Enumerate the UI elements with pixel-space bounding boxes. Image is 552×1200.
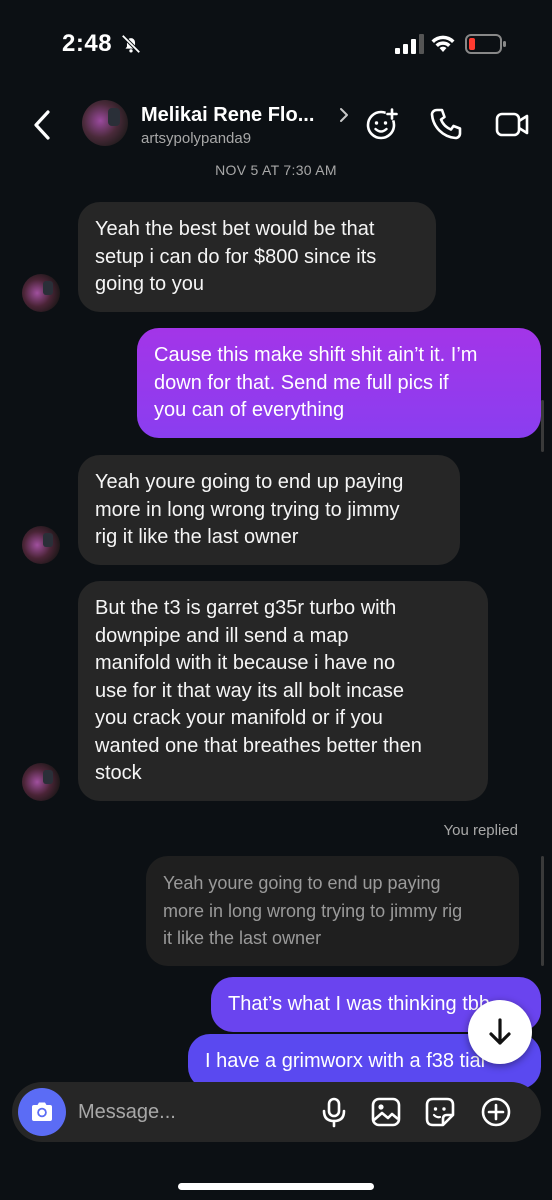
chevron-right-icon[interactable] <box>338 106 350 124</box>
message-line: manifold with it because i have no <box>95 652 396 674</box>
contact-handle[interactable]: artsypolypanda9 <box>141 130 251 147</box>
sender-avatar[interactable] <box>22 526 60 564</box>
message-line: Yeah youre going to end up paying <box>95 471 404 493</box>
sender-avatar[interactable] <box>22 274 60 312</box>
status-bar: 2:48 <box>0 0 552 90</box>
message-line: you crack your manifold or if you <box>95 707 383 729</box>
phone-icon[interactable] <box>428 106 464 142</box>
camera-button[interactable] <box>18 1088 66 1136</box>
home-indicator <box>178 1183 374 1190</box>
replied-label: You replied <box>443 822 518 839</box>
date-stamp: NOV 5 AT 7:30 AM <box>215 162 337 178</box>
message-line: more in long wrong trying to jimmy rig <box>163 900 463 921</box>
message-line: But the t3 is garret g35r turbo with <box>95 597 397 619</box>
message-bubble-outgoing[interactable]: Cause this make shift shit ain’t it. I’m… <box>137 328 541 438</box>
message-line: Yeah the best bet would be that <box>95 218 375 240</box>
signal-icon <box>395 34 424 54</box>
scroll-to-bottom-button[interactable] <box>468 1000 532 1064</box>
status-time: 2:48 <box>62 30 113 57</box>
message-line: downpipe and ill send a map <box>95 624 349 647</box>
battery-low-icon <box>465 34 506 54</box>
message-bubble-incoming[interactable]: But the t3 is garret g35r turbo with dow… <box>78 581 488 801</box>
contact-name[interactable]: Melikai Rene Flo... <box>141 104 314 127</box>
message-line: Cause this make shift shit ain’t it. I’m <box>154 344 478 366</box>
message-line: stock <box>95 762 142 784</box>
message-line: wanted one that breathes better then <box>95 734 422 757</box>
message-input[interactable] <box>78 1096 308 1128</box>
message-bubble-incoming[interactable]: Yeah youre going to end up paying more i… <box>78 455 460 565</box>
camera-icon <box>32 1102 52 1121</box>
message-line: down for that. Send me full pics if <box>154 371 449 394</box>
scrollbar[interactable] <box>541 400 544 452</box>
wifi-icon <box>431 35 455 52</box>
contact-avatar[interactable] <box>82 100 128 146</box>
sticker-add-icon[interactable] <box>364 106 400 142</box>
message-line: setup i can do for $800 since its <box>95 245 377 268</box>
message-line: more in long wrong trying to jimmy <box>95 498 400 521</box>
gallery-icon[interactable] <box>370 1096 402 1128</box>
reply-quote-bar <box>541 856 544 966</box>
message-bubble-incoming[interactable]: Yeah the best bet would be that setup i … <box>78 202 436 312</box>
plus-circle-icon[interactable] <box>480 1096 512 1128</box>
sender-avatar[interactable] <box>22 763 60 801</box>
message-composer <box>12 1082 541 1142</box>
message-line: you can of everything <box>154 399 345 421</box>
message-line: use for it that way its all bolt incase <box>95 679 405 702</box>
message-line: Yeah youre going to end up paying <box>163 873 441 893</box>
arrow-down-icon <box>489 1018 511 1045</box>
chat-header: Melikai Rene Flo... artsypolypanda9 <box>0 90 552 160</box>
message-line: it like the last owner <box>163 928 322 948</box>
bell-off-icon <box>121 34 141 54</box>
microphone-icon[interactable] <box>318 1096 350 1128</box>
message-line: going to you <box>95 273 204 295</box>
message-line: rig it like the last owner <box>95 526 299 548</box>
reply-quote-bubble[interactable]: Yeah youre going to end up paying more i… <box>146 856 519 966</box>
video-icon[interactable] <box>494 106 530 142</box>
sticker-icon[interactable] <box>424 1096 456 1128</box>
back-chevron-icon[interactable] <box>30 108 56 142</box>
